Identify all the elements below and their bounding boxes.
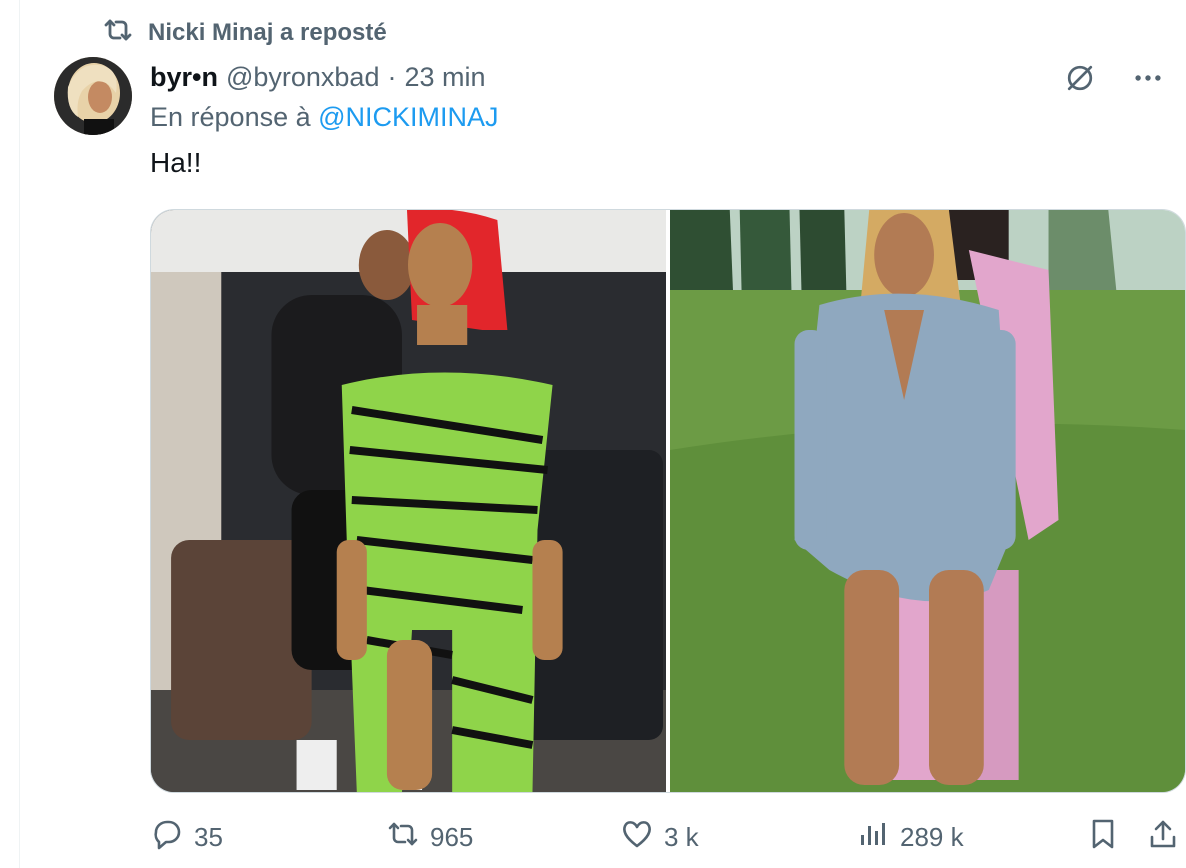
reply-count: 35 — [194, 821, 223, 852]
more-icon[interactable] — [1128, 58, 1168, 98]
repost-button[interactable]: 965 — [386, 814, 473, 860]
repost-count: 965 — [430, 821, 474, 852]
repost-icon — [386, 817, 420, 858]
reply-button[interactable]: 35 — [150, 814, 223, 860]
grok-icon[interactable] — [1060, 58, 1100, 98]
like-button[interactable]: 3 k — [620, 814, 699, 860]
timestamp[interactable]: 23 min — [404, 62, 485, 93]
reply-mention-link[interactable]: @NICKIMINAJ — [318, 102, 498, 132]
display-name[interactable]: byr•n — [150, 62, 218, 93]
heart-icon — [620, 817, 654, 858]
media-photo-1[interactable] — [151, 210, 666, 792]
media-grid — [150, 209, 1186, 793]
share-button[interactable] — [1146, 814, 1180, 860]
separator-dot: · — [387, 61, 397, 92]
user-handle[interactable]: @byronxbad — [226, 62, 380, 93]
like-count: 3 k — [664, 821, 699, 852]
bookmark-icon — [1086, 817, 1120, 858]
repost-indicator[interactable]: Nicki Minaj a reposté — [102, 16, 387, 50]
avatar[interactable] — [54, 57, 132, 135]
share-icon — [1146, 817, 1180, 858]
views-count: 289 k — [900, 821, 964, 852]
tweet-header: byr•n @byronxbad · 23 min — [150, 58, 486, 96]
bookmark-button[interactable] — [1086, 814, 1120, 860]
repost-text: Nicki Minaj a reposté — [148, 19, 387, 46]
tweet-top-actions — [1060, 58, 1168, 98]
repost-icon — [102, 16, 134, 51]
reply-prefix: En réponse à — [150, 102, 311, 132]
tweet-actions: 35 965 3 k 289 k — [150, 814, 1186, 860]
tweet-text: Ha!! — [150, 147, 202, 178]
analytics-icon — [856, 817, 890, 858]
reply-icon — [150, 817, 184, 858]
views-button[interactable]: 289 k — [856, 814, 964, 860]
media-photo-2[interactable] — [670, 210, 1185, 792]
timeline-divider — [19, 0, 20, 868]
reply-context: En réponse à @NICKIMINAJ — [150, 102, 499, 133]
